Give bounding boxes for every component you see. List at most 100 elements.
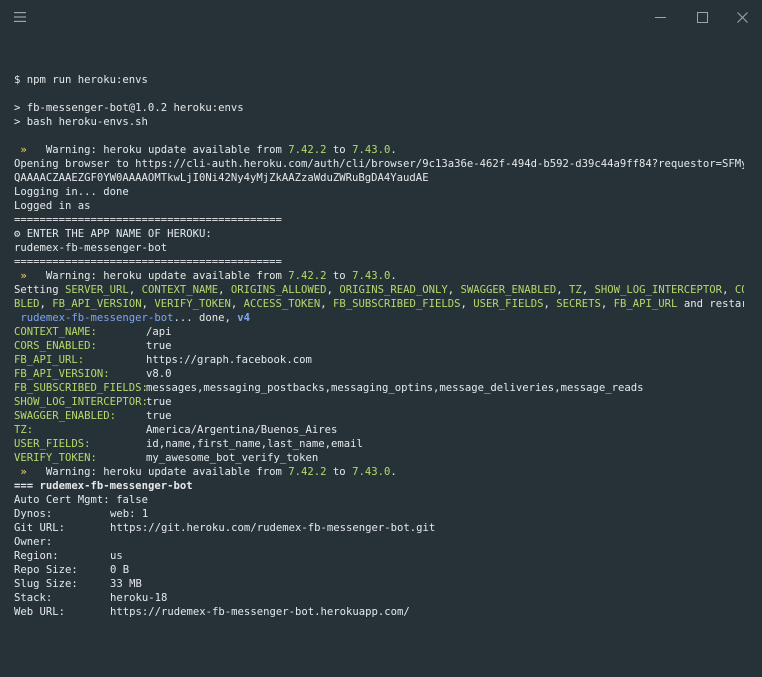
app-info-key: Slug Size: [14,578,78,590]
env-var-key: SHOW_LOG_INTERCEPTOR: [14,396,148,408]
env-var-name: SWAGGER_ENABLED [460,284,557,296]
env-var-value: my_awesome_bot_verify_token [146,452,319,464]
env-var-row: FB_API_URL: https://graph.facebook.com [14,353,744,367]
app-info-row: Dynos: web: 1 [14,507,744,521]
app-name-input: rudemex-fb-messenger-bot [14,242,168,254]
app-info-row: Auto Cert Mgmt: false [14,493,744,507]
env-var-row: USER_FIELDS: id,name,first_name,last_name… [14,437,744,451]
env-var-row: TZ: America/Argentina/Buenos_Aires [14,423,744,437]
env-var-value: messages,messaging_postbacks,messaging_o… [146,382,644,394]
app-info-key: Owner: [14,536,53,548]
env-var-row: CONTEXT_NAME: /api [14,325,744,339]
app-info-row: Repo Size: 0 B [14,563,744,577]
separator: ========================================… [14,256,282,268]
env-var-name: SHOW_LOG_INTERCEPTOR [594,284,723,296]
env-var-key: FB_API_VERSION: [14,368,110,380]
env-var-row: FB_SUBSCRIBED_FIELDS:messages,messaging_… [14,381,744,395]
env-var-name: BLED [14,298,40,310]
env-var-row: CORS_ENABLED: true [14,339,744,353]
env-var-name: CONTEXT_NAME [141,284,219,296]
env-var-key: FB_SUBSCRIBED_FIELDS: [14,382,148,394]
app-info-key: Git URL: [14,522,66,534]
env-var-key: SWAGGER_ENABLED: [14,410,117,422]
env-var-list: CONTEXT_NAME:/api CORS_ENABLED: true FB_API… [14,325,744,465]
warning-line: » Warning: heroku update available from … [14,466,397,478]
prompt-command: $ npm run heroku:envs [14,74,148,86]
env-var-key: VERIFY_TOKEN: [14,452,97,464]
title-bar [0,0,762,34]
restart-line: rudemex-fb-messenger-bot... done, v4 [14,312,250,324]
app-info-key: Stack: [14,592,53,604]
warning-line: » Warning: heroku update available from … [14,144,397,156]
browser-url-line[interactable]: Opening browser to https://cli-auth.hero… [14,157,744,171]
app-info-value: false [116,494,148,506]
env-var-name: USER_FIELDS [473,298,544,310]
env-var-row: SHOW_LOG_INTERCEPTOR:true [14,395,744,409]
env-var-value: true [146,340,172,352]
app-info-value: https://git.heroku.com/rudemex-fb-messen… [110,522,436,534]
env-var-value: /api [146,326,172,338]
app-info-list: Auto Cert Mgmt: false Dynos: web: 1 Git URL… [14,493,744,619]
hamburger-icon[interactable] [0,0,40,34]
app-info-key: Web URL: [14,606,66,618]
separator: ========================================… [14,214,282,226]
env-var-value: America/Argentina/Buenos_Aires [146,424,338,436]
app-info-key: Region: [14,550,59,562]
login-status: Logging in... done [14,186,129,198]
env-var-name: TZ [568,284,582,296]
maximize-icon[interactable] [682,0,722,34]
env-var-value: true [146,410,172,422]
browser-url-line: QAAAACZAAEZGF0YW0AAAAOMTkwLjI0Ni42Ny4yMj… [14,172,429,184]
env-var-name: ORIGINS_READ_ONLY [339,284,448,296]
env-var-key: CORS_ENABLED: [14,340,97,352]
env-var-name: FB_API_URL [613,298,678,310]
env-var-row: VERIFY_TOKEN: my_awesome_bot_verify_token [14,451,744,465]
npm-run-line: > bash heroku-envs.sh [14,116,148,128]
app-info-row: Slug Size: 33 MB [14,577,744,591]
env-var-key: USER_FIELDS: [14,438,91,450]
warning-arrow-icon: » [14,144,27,156]
setting-vars-line: Setting SERVER_URL, CONTEXT_NAME, ORIGIN… [14,283,744,297]
terminal-output[interactable]: $ npm run heroku:envs > fb-messenger-bot… [14,73,744,619]
env-var-value: id,name,first_name,last_name,email [146,438,363,450]
app-info-key: Auto Cert Mgmt: [14,494,117,506]
env-var-row: SWAGGER_ENABLED: true [14,409,744,423]
app-info-header: === rudemex-fb-messenger-bot [14,480,193,492]
app-info-value: web: 1 [110,508,149,520]
close-icon[interactable] [722,0,762,34]
env-var-key: CONTEXT_NAME: [14,326,97,338]
logged-in-as: Logged in as [14,200,91,212]
env-var-key: FB_API_URL: [14,354,85,366]
env-var-name: ORIGINS_ALLOWED [230,284,327,296]
app-info-key: Repo Size: [14,564,78,576]
env-var-name: SERVER_URL [65,284,129,296]
app-info-row: Region: us [14,549,744,563]
app-name-prompt: ⚙ ENTER THE APP NAME OF HEROKU: [14,228,212,240]
setting-vars-line: BLED, FB_API_VERSION, VERIFY_TOKEN, ACCE… [14,298,744,310]
app-info-row: Git URL: https://git.heroku.com/rudemex-f… [14,521,744,535]
app-info-row: Owner: [14,535,744,549]
warning-arrow-icon: » [14,270,27,282]
npm-run-line: > fb-messenger-bot@1.0.2 heroku:envs [14,102,244,114]
warning-line: » Warning: heroku update available from … [14,270,397,282]
app-info-value: https://rudemex-fb-messenger-bot.herokua… [110,606,410,618]
env-var-name: FB_API_VERSION [52,298,142,310]
env-var-value: v8.0 [146,368,172,380]
minimize-icon[interactable] [640,0,680,34]
env-var-name: FB_SUBSCRIBED_FIELDS [332,298,461,310]
env-var-row: FB_API_VERSION: v8.0 [14,367,744,381]
env-var-value: true [146,396,172,408]
env-var-name: CORS_ENA [734,284,744,296]
env-var-name: SECRETS [556,298,601,310]
env-var-name: VERIFY_TOKEN [154,298,231,310]
app-info-value: 33 MB [110,578,142,590]
env-var-name: ACCESS_TOKEN [243,298,321,310]
app-info-value: us [110,550,123,562]
env-var-value: https://graph.facebook.com [146,354,312,366]
app-info-row: Web URL: https://rudemex-fb-messenger-bot… [14,605,744,619]
env-var-key: TZ: [14,424,34,436]
warning-arrow-icon: » [14,466,27,478]
app-info-key: Dynos: [14,508,53,520]
app-info-row: Stack: heroku-18 [14,591,744,605]
app-info-value: 0 B [110,564,130,576]
